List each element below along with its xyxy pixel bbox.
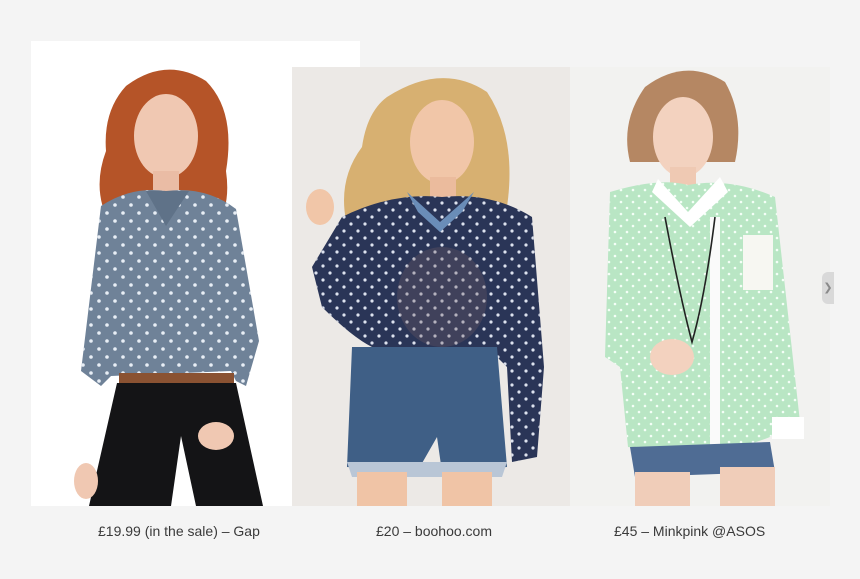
caption-minkpink: £45 – Minkpink @ASOS <box>614 523 766 539</box>
caption-boohoo: £20 – boohoo.com <box>376 523 492 539</box>
product-photo-boohoo <box>292 67 570 506</box>
caption-gap: £19.99 (in the sale) – Gap <box>98 523 260 539</box>
next-arrow-icon[interactable]: ❯ <box>822 272 834 304</box>
product-photo-minkpink <box>570 67 830 506</box>
